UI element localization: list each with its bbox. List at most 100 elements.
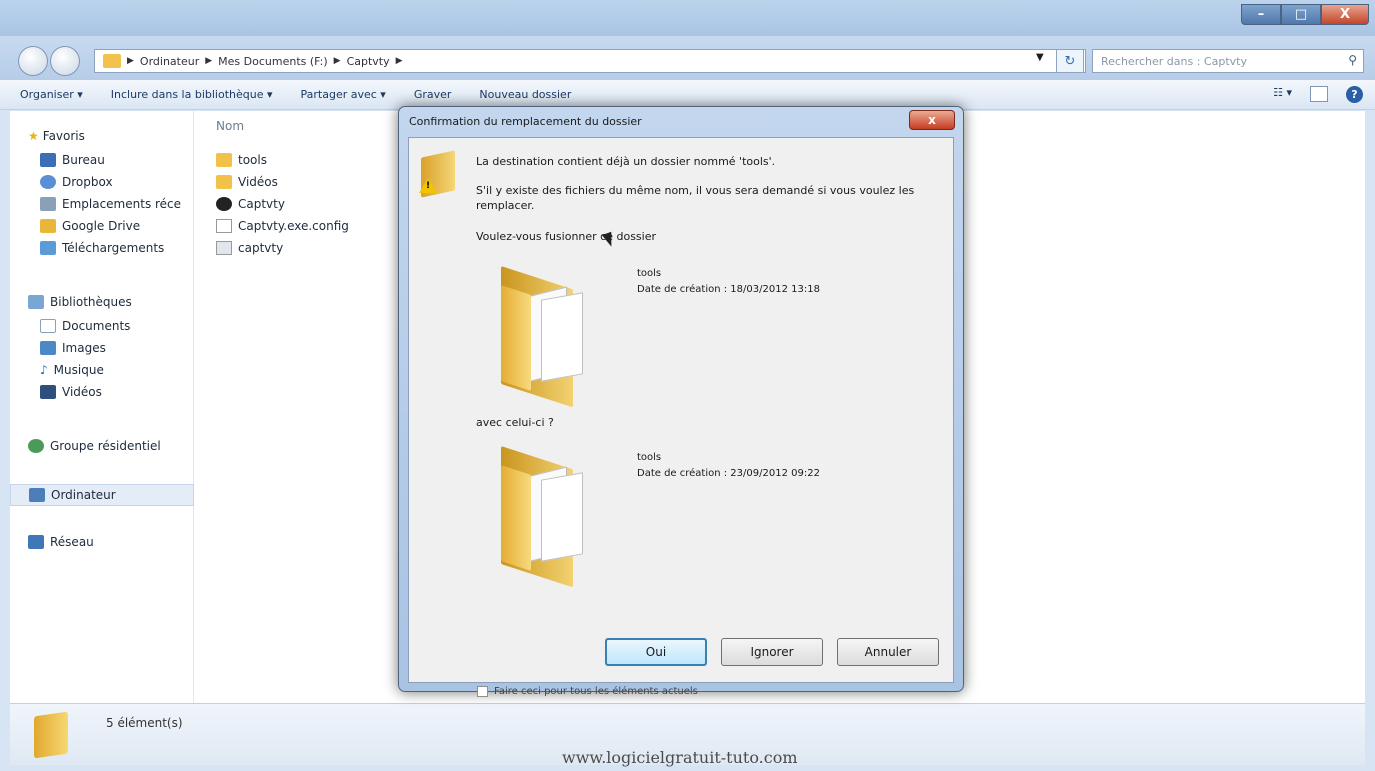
images-icon (40, 341, 56, 355)
address-row: ▶ Ordinateur ▶ Mes Documents (F:) ▶ Capt… (0, 36, 1375, 80)
navigation-pane: ★ Favoris Bureau Dropbox Emplacements réc… (10, 111, 194, 703)
nav-network[interactable]: Réseau (28, 535, 94, 549)
recent-places-icon (40, 197, 56, 211)
list-item[interactable]: captvty (216, 241, 283, 255)
search-input[interactable]: Rechercher dans : Captvty ⚲ (1092, 49, 1364, 73)
window-titlebar: – □ X (0, 0, 1375, 36)
include-library-button[interactable]: Inclure dans la bibliothèque ▾ (111, 88, 273, 101)
nav-item-images[interactable]: Images (40, 341, 106, 355)
burn-button[interactable]: Graver (414, 88, 452, 101)
file-name: Vidéos (238, 175, 278, 189)
nav-item-google-drive[interactable]: Google Drive (40, 219, 140, 233)
file-name: Captvty (238, 197, 285, 211)
source-folder-icon (501, 446, 589, 588)
nav-label: Images (62, 341, 106, 355)
address-bar[interactable]: ▶ Ordinateur ▶ Mes Documents (F:) ▶ Capt… (94, 49, 1086, 73)
nav-item-music[interactable]: ♪ Musique (40, 363, 104, 377)
computer-icon (29, 488, 45, 502)
nav-favorites[interactable]: ★ Favoris (28, 129, 85, 143)
star-icon: ★ (28, 129, 39, 143)
nav-label: Bibliothèques (50, 295, 132, 309)
nav-item-recent[interactable]: Emplacements réce (40, 197, 181, 211)
dialog-question: Voulez-vous fusionner ce dossier (476, 230, 657, 243)
nav-label: Vidéos (62, 385, 102, 399)
app-icon (216, 197, 232, 211)
chevron-right-icon: ▶ (205, 56, 213, 66)
close-button[interactable]: X (1321, 4, 1369, 25)
refresh-button[interactable]: ↻ (1056, 49, 1084, 73)
help-icon[interactable]: ? (1346, 86, 1363, 103)
nav-item-dropbox[interactable]: Dropbox (40, 175, 113, 189)
dialog-title: Confirmation du remplacement du dossier (409, 115, 642, 128)
nav-computer[interactable]: Ordinateur (10, 484, 194, 506)
nav-label: Bureau (62, 153, 105, 167)
dialog-detail: S'il y existe des fichiers du même nom, … (476, 184, 915, 197)
source-folder-name: tools (637, 452, 662, 463)
destination-folder-icon (501, 266, 589, 408)
preview-pane-icon[interactable] (1310, 86, 1328, 102)
apply-all-label[interactable]: Faire ceci pour tous les éléments actuel… (494, 686, 698, 697)
folder-icon (216, 175, 232, 189)
file-icon (216, 219, 232, 233)
list-item[interactable]: Vidéos (216, 175, 278, 189)
dropbox-icon (40, 175, 56, 189)
chevron-right-icon: ▶ (333, 56, 341, 66)
nav-label: Documents (62, 319, 131, 333)
share-button[interactable]: Partager avec ▾ (301, 88, 386, 101)
nav-libraries[interactable]: Bibliothèques (28, 295, 132, 309)
cancel-button[interactable]: Annuler (837, 638, 939, 666)
folder-icon (103, 54, 121, 68)
minimize-button[interactable]: – (1241, 4, 1281, 25)
organize-button[interactable]: Organiser ▾ (20, 88, 83, 101)
homegroup-icon (28, 439, 44, 453)
breadcrumb-documents[interactable]: Mes Documents (F:) (218, 55, 327, 68)
search-placeholder: Rechercher dans : Captvty (1101, 54, 1247, 68)
list-item[interactable]: Captvty.exe.config (216, 219, 349, 233)
watermark: www.logicielgratuit-tuto.com (562, 748, 798, 767)
column-header-name[interactable]: Nom (216, 119, 244, 133)
list-item[interactable]: Captvty (216, 197, 285, 211)
nav-label: Dropbox (62, 175, 113, 189)
folder-icon (34, 711, 68, 759)
file-name: Captvty.exe.config (238, 219, 349, 233)
with-label: avec celui-ci ? (476, 416, 554, 429)
forward-button[interactable] (50, 46, 80, 76)
nav-label: Ordinateur (51, 488, 116, 502)
dialog-message: La destination contient déjà un dossier … (476, 155, 776, 168)
destination-folder-date: Date de création : 18/03/2012 13:18 (637, 284, 820, 295)
list-item[interactable]: tools (216, 153, 267, 167)
nav-homegroup[interactable]: Groupe résidentiel (28, 439, 161, 453)
refresh-icon: ↻ (1064, 53, 1076, 69)
dialog-close-button[interactable]: x (909, 110, 955, 130)
nav-item-downloads[interactable]: Téléchargements (40, 241, 164, 255)
network-icon (28, 535, 44, 549)
dialog-detail-cont: remplacer. (476, 199, 535, 212)
file-name: tools (238, 153, 267, 167)
apply-all-row: Faire ceci pour tous les éléments actuel… (477, 686, 698, 697)
nav-item-desktop[interactable]: Bureau (40, 153, 105, 167)
chevron-right-icon: ▶ (395, 56, 403, 66)
nav-label: Groupe résidentiel (50, 439, 161, 453)
maximize-button[interactable]: □ (1281, 4, 1321, 25)
nav-label: Google Drive (62, 219, 141, 233)
view-options-icon[interactable]: ☷ ▾ (1273, 86, 1292, 103)
desktop-icon (40, 153, 56, 167)
yes-button[interactable]: Oui (605, 638, 707, 666)
nav-item-videos[interactable]: Vidéos (40, 385, 102, 399)
file-name: captvty (238, 241, 284, 255)
new-folder-button[interactable]: Nouveau dossier (479, 88, 571, 101)
nav-label: Emplacements réce (62, 197, 182, 211)
breadcrumb-computer[interactable]: Ordinateur (140, 55, 199, 68)
google-drive-icon (40, 219, 56, 233)
back-button[interactable] (18, 46, 48, 76)
destination-folder-name: tools (637, 268, 662, 279)
address-dropdown-icon[interactable]: ▼ (1036, 52, 1044, 63)
apply-all-checkbox[interactable] (477, 686, 488, 697)
replace-folder-dialog: Confirmation du remplacement du dossier … (398, 106, 964, 697)
nav-label: Favoris (42, 129, 85, 143)
ignore-button[interactable]: Ignorer (721, 638, 823, 666)
videos-icon (40, 385, 56, 399)
breadcrumb-captvty[interactable]: Captvty (347, 55, 390, 68)
search-icon: ⚲ (1348, 53, 1357, 67)
nav-item-documents[interactable]: Documents (40, 319, 130, 333)
